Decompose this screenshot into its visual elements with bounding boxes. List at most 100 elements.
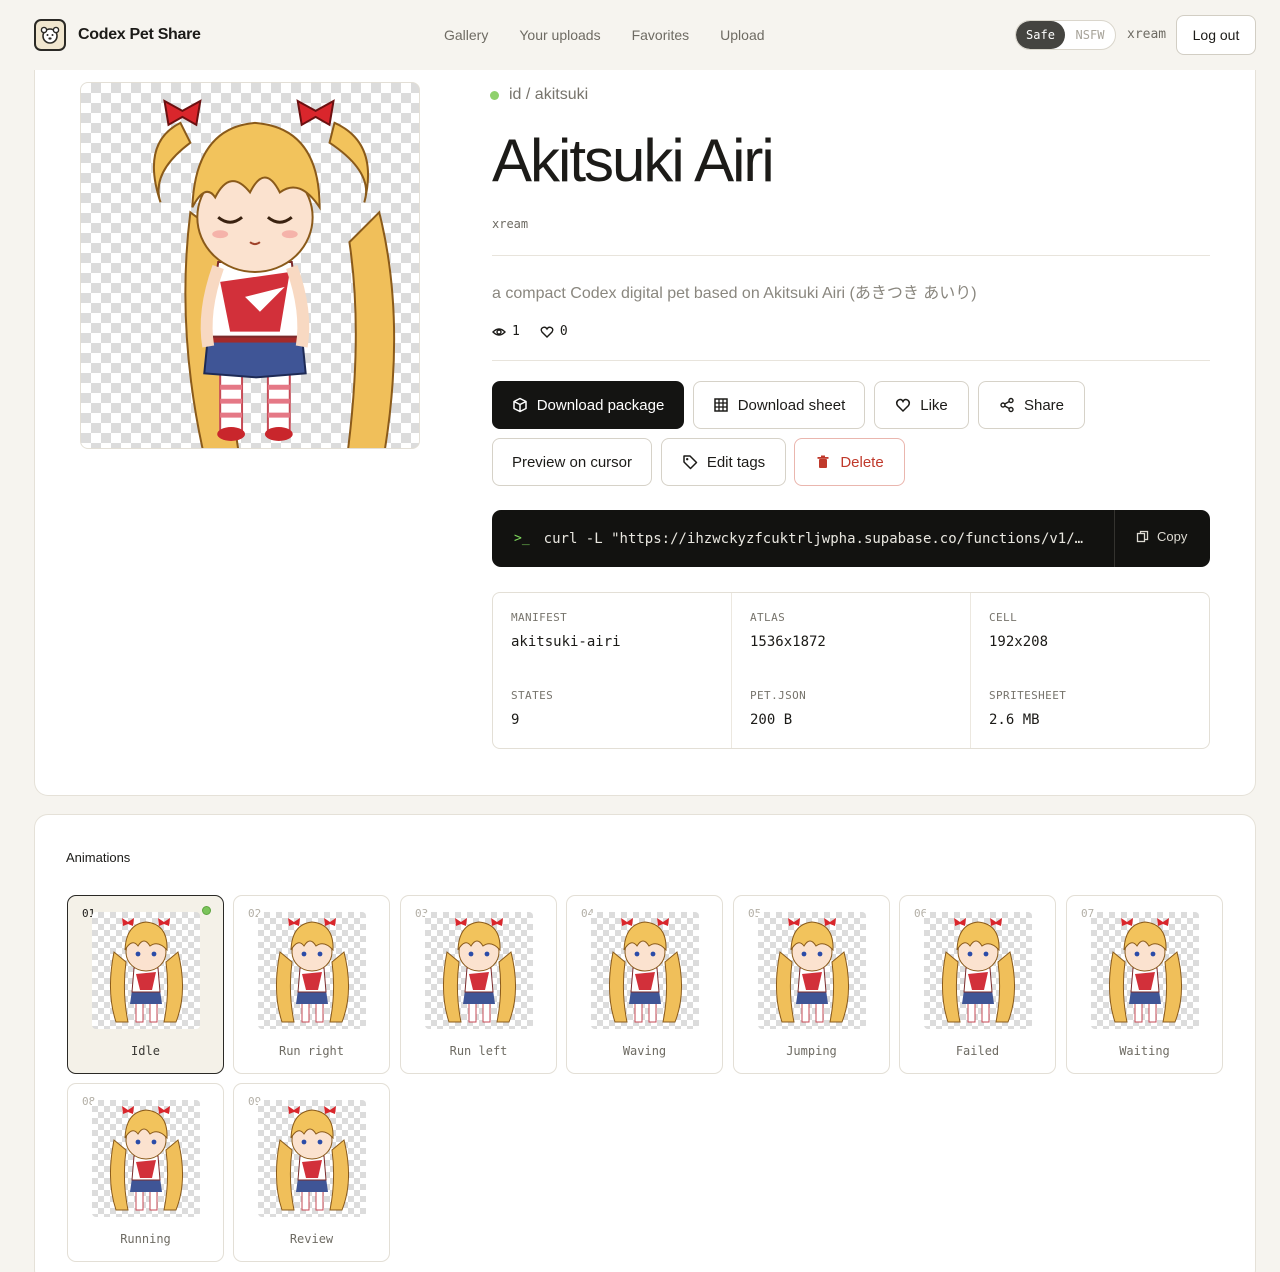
- meta-label: PET.JSON: [750, 689, 807, 702]
- animation-thumbnail: [425, 912, 533, 1029]
- meta-label: STATES: [511, 689, 554, 702]
- meta-pet-json: PET.JSON 200 B: [732, 671, 971, 748]
- tag-icon: [683, 455, 698, 470]
- delete-button[interactable]: Delete: [794, 438, 905, 486]
- top-bar: Codex Pet Share Gallery Your uploads Fav…: [0, 0, 1280, 70]
- views-stat: 1: [492, 324, 520, 339]
- animation-name: Idle: [131, 1044, 160, 1058]
- meta-atlas: ATLAS 1536x1872: [732, 593, 971, 671]
- pet-id-line: id / akitsuki: [490, 86, 588, 104]
- like-label: Like: [920, 396, 948, 414]
- delete-label: Delete: [840, 453, 884, 471]
- install-command-text[interactable]: curl -L "https://ihzwckyzfcuktrljwpha.su…: [544, 531, 1090, 547]
- animation-name: Waving: [622, 1044, 667, 1058]
- download-package-label: Download package: [536, 396, 665, 414]
- main-nav: Gallery Your uploads Favorites Upload: [444, 27, 765, 43]
- animation-tile-waving[interactable]: 04 Waving: [566, 895, 723, 1074]
- download-package-button[interactable]: Download package: [492, 381, 684, 429]
- pet-metadata-grid: MANIFEST akitsuki-airi ATLAS 1536x1872 CEL…: [492, 592, 1210, 749]
- active-indicator-icon: [202, 906, 211, 915]
- animation-tile-running[interactable]: 08 Running: [67, 1083, 224, 1262]
- mode-nsfw-option[interactable]: NSFW: [1065, 21, 1115, 49]
- likes-stat: 0: [540, 324, 568, 339]
- edit-tags-label: Edit tags: [706, 453, 766, 471]
- animation-name: Review: [289, 1232, 334, 1246]
- meta-value: 1536x1872: [750, 634, 826, 650]
- divider: [492, 360, 1210, 361]
- meta-label: CELL: [989, 611, 1018, 624]
- animation-thumbnail: [591, 912, 699, 1029]
- animation-thumbnail: [924, 912, 1032, 1029]
- preview-label: Preview on cursor: [511, 453, 633, 471]
- animation-thumbnail: [258, 1100, 366, 1217]
- heart-icon: [540, 326, 554, 338]
- meta-label: MANIFEST: [511, 611, 568, 624]
- nav-your-uploads[interactable]: Your uploads: [519, 27, 600, 43]
- animation-tile-idle[interactable]: 01 Idle: [67, 895, 224, 1074]
- edit-tags-button[interactable]: Edit tags: [661, 438, 786, 486]
- pet-sprite-illustration: [152, 99, 396, 448]
- brand-name[interactable]: Codex Pet Share: [78, 26, 201, 44]
- like-button[interactable]: Like: [874, 381, 969, 429]
- download-sheet-label: Download sheet: [737, 396, 846, 414]
- pet-description: a compact Codex digital pet based on Aki…: [492, 285, 977, 302]
- meta-label: ATLAS: [750, 611, 786, 624]
- meta-value: 9: [511, 712, 520, 728]
- animation-tile-run-left[interactable]: 03 Run left: [400, 895, 557, 1074]
- nav-upload[interactable]: Upload: [720, 27, 764, 43]
- animation-thumbnail: [258, 912, 366, 1029]
- divider: [1114, 510, 1115, 567]
- share-button[interactable]: Share: [978, 381, 1085, 429]
- preview-on-cursor-button[interactable]: Preview on cursor: [492, 438, 652, 486]
- animation-tile-waiting[interactable]: 07 Waiting: [1066, 895, 1223, 1074]
- animation-thumbnail: [1091, 912, 1199, 1029]
- animation-tile-review[interactable]: 09 Review: [233, 1083, 390, 1262]
- content-mode-toggle: Safe NSFW: [1015, 20, 1116, 50]
- install-command-bar: >_ curl -L "https://ihzwckyzfcuktrljwpha…: [492, 510, 1210, 567]
- copy-icon: [1136, 530, 1149, 543]
- download-sheet-button[interactable]: Download sheet: [693, 381, 865, 429]
- nav-favorites[interactable]: Favorites: [632, 27, 690, 43]
- meta-value: 200 B: [750, 712, 793, 728]
- eye-icon: [492, 327, 506, 336]
- meta-value: 192x208: [989, 634, 1049, 650]
- meta-spritesheet: SPRITESHEET 2.6 MB: [971, 671, 1209, 748]
- copy-command-button[interactable]: Copy: [1136, 529, 1187, 544]
- pet-id: id / akitsuki: [509, 86, 589, 103]
- mode-safe-option[interactable]: Safe: [1016, 21, 1066, 49]
- share-label: Share: [1023, 396, 1065, 414]
- pet-preview-image: [80, 82, 420, 449]
- pet-owner[interactable]: xream: [492, 217, 528, 231]
- animation-thumbnail: [92, 912, 200, 1029]
- terminal-prompt-icon: >_: [514, 531, 530, 546]
- grid-icon: [713, 398, 728, 412]
- logout-button[interactable]: Log out: [1176, 15, 1256, 55]
- meta-states: STATES 9: [493, 671, 732, 748]
- divider: [492, 255, 1210, 256]
- views-count: 1: [512, 324, 520, 339]
- meta-cell: CELL 192x208: [971, 593, 1209, 671]
- nav-gallery[interactable]: Gallery: [444, 27, 488, 43]
- animation-name: Run right: [278, 1044, 345, 1058]
- animation-tile-run-right[interactable]: 02 Run right: [233, 895, 390, 1074]
- animation-name: Failed: [955, 1044, 1000, 1058]
- animation-name: Run left: [449, 1044, 508, 1058]
- logo-icon[interactable]: [34, 19, 66, 51]
- animation-thumbnail: [92, 1100, 200, 1217]
- heart-icon: [896, 398, 911, 413]
- animations-title: Animations: [66, 850, 131, 865]
- animation-tile-failed[interactable]: 06 Failed: [899, 895, 1056, 1074]
- copy-label: Copy: [1157, 529, 1188, 544]
- animation-name: Running: [120, 1232, 171, 1246]
- meta-value: akitsuki-airi: [511, 634, 621, 650]
- meta-manifest: MANIFEST akitsuki-airi: [493, 593, 732, 671]
- meta-value: 2.6 MB: [989, 712, 1040, 728]
- animation-thumbnail: [758, 912, 866, 1029]
- pet-title: Akitsuki Airi: [492, 127, 775, 194]
- share-icon: [1000, 397, 1014, 413]
- animation-name: Waiting: [1119, 1044, 1170, 1058]
- animation-name: Jumping: [786, 1044, 837, 1058]
- pet-stats: 1 0: [492, 324, 568, 339]
- current-username: xream: [1127, 27, 1167, 42]
- animation-tile-jumping[interactable]: 05 Jumping: [733, 895, 890, 1074]
